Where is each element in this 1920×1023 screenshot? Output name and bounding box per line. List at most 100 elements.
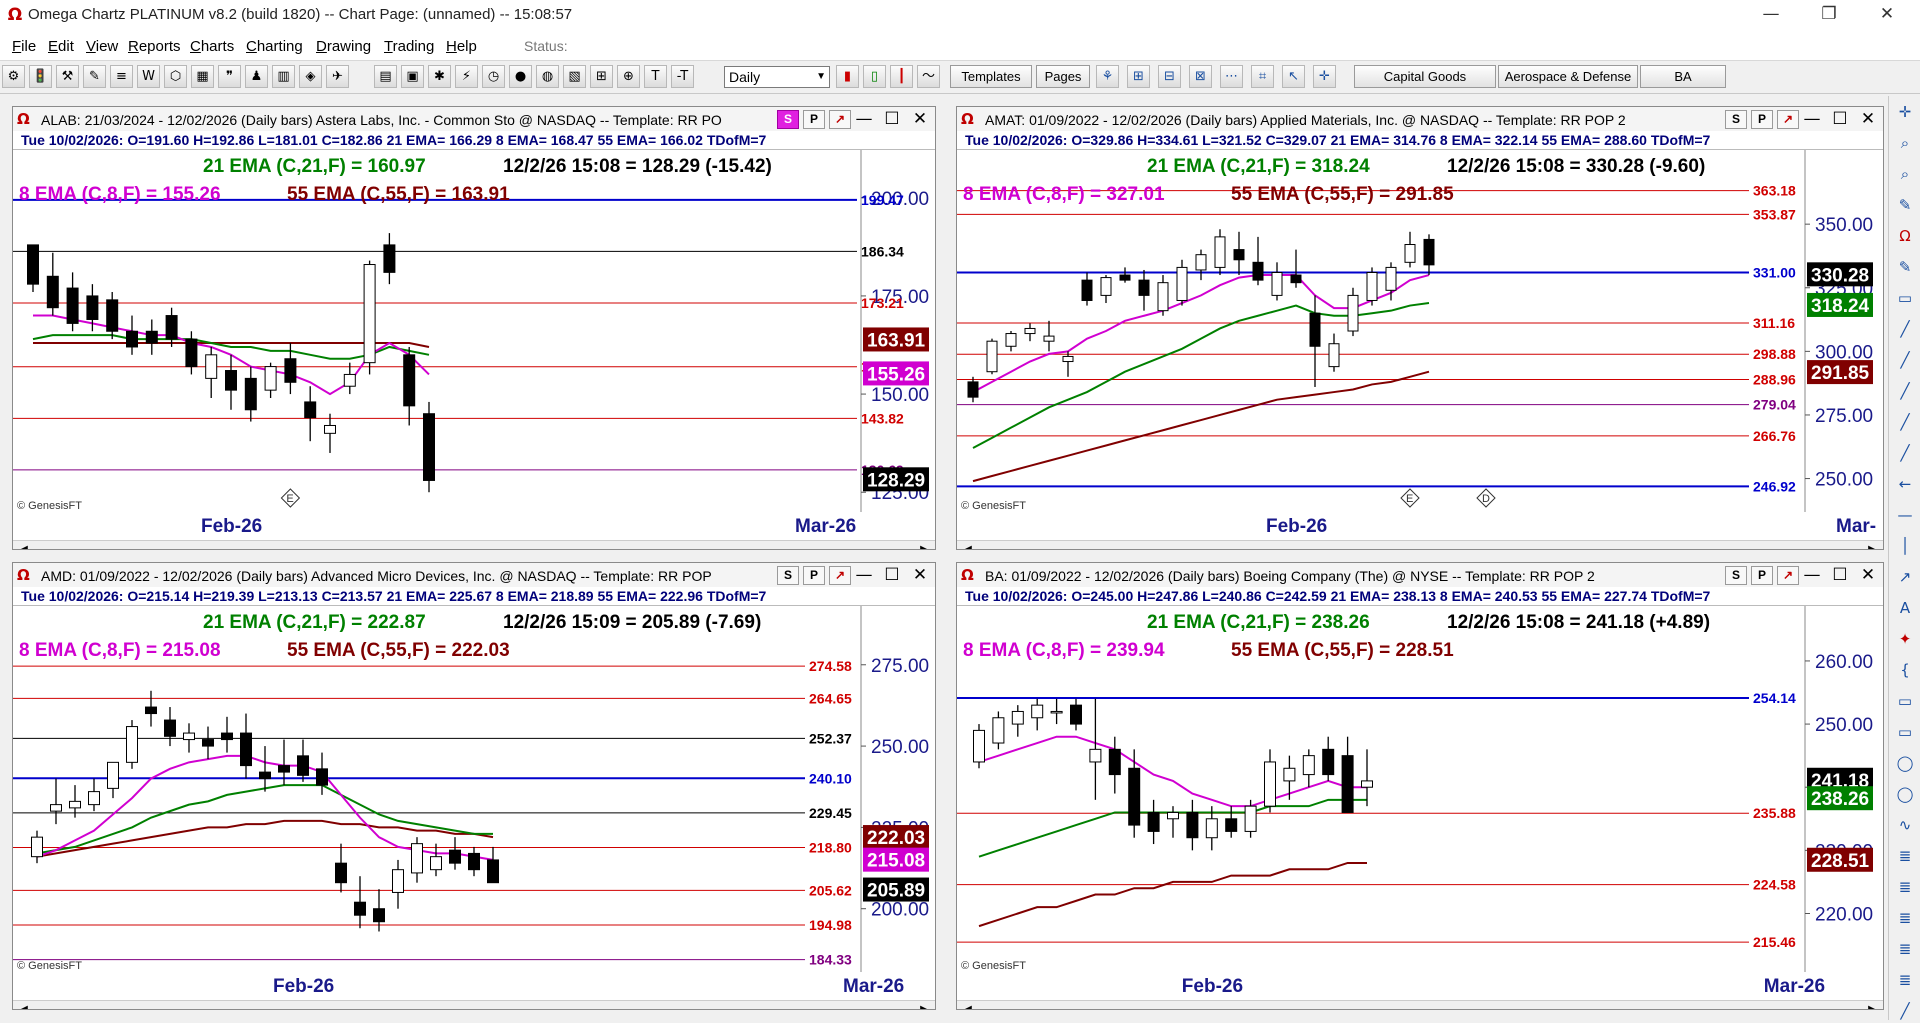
scroll-left-icon[interactable]: ◀ <box>959 1001 977 1009</box>
text-icon[interactable]: T <box>644 65 667 88</box>
left-arrow-icon[interactable]: ← <box>1893 472 1917 496</box>
scroll-left-icon[interactable]: ◀ <box>15 1001 33 1009</box>
bracket-icon[interactable]: { <box>1893 658 1917 682</box>
panel-maximize-icon[interactable]: ☐ <box>1827 564 1853 586</box>
templates-button[interactable]: Templates <box>950 65 1032 88</box>
pencil-icon[interactable]: ✎ <box>1893 255 1917 279</box>
fan-icon[interactable]: ╱ <box>1893 410 1917 434</box>
chart-icon[interactable]: ▥ <box>272 65 295 88</box>
menu-reports[interactable]: Reports <box>128 38 181 55</box>
scroll-right-icon[interactable]: ▶ <box>915 541 933 549</box>
ray-icon[interactable]: ╱ <box>1893 348 1917 372</box>
table-icon[interactable]: ⊞ <box>590 65 613 88</box>
pattern-icon[interactable]: ▧ <box>563 65 586 88</box>
popout-icon[interactable]: ↗ <box>829 566 851 585</box>
bolt-icon[interactable]: ⚡ <box>455 65 478 88</box>
scroll-right-icon[interactable]: ▶ <box>1863 541 1881 549</box>
panel-maximize-icon[interactable]: ☐ <box>879 564 905 586</box>
omega-icon[interactable]: Ω <box>17 110 30 128</box>
list-icon[interactable]: ≡ <box>110 65 133 88</box>
omega-icon[interactable]: Ω <box>961 110 974 128</box>
pen-icon[interactable]: ✎ <box>83 65 106 88</box>
menu-edit[interactable]: Edit <box>48 38 74 55</box>
ba-button[interactable]: BA <box>1640 65 1726 88</box>
arrow-icon[interactable]: ↗ <box>1893 565 1917 589</box>
circle-icon[interactable]: ◯ <box>1893 782 1917 806</box>
panel-minimize-icon[interactable]: — <box>1799 108 1825 130</box>
ohlc-icon[interactable]: ┃ <box>890 65 913 88</box>
box2-tool-icon[interactable]: ▭ <box>1893 720 1917 744</box>
s-button[interactable]: S <box>777 110 799 129</box>
scroll-left-icon[interactable]: ◀ <box>15 541 33 549</box>
panel-minimize-icon[interactable]: — <box>1799 564 1825 586</box>
panel-maximize-icon[interactable]: ☐ <box>1827 108 1853 130</box>
panel-minimize-icon[interactable]: — <box>851 564 877 586</box>
scroll-left-icon[interactable]: ◀ <box>959 541 977 549</box>
star-icon[interactable]: ✱ <box>428 65 451 88</box>
text-tool-icon[interactable]: A <box>1893 596 1917 620</box>
channel-icon[interactable]: ╱ <box>1893 379 1917 403</box>
panel-close-icon[interactable]: ✕ <box>907 108 933 130</box>
plane-icon[interactable]: ✈ <box>326 65 349 88</box>
grid-icon[interactable]: ▦ <box>191 65 214 88</box>
aerospace-defense-button[interactable]: Aerospace & Defense <box>1498 65 1638 88</box>
panel-close-icon[interactable]: ✕ <box>1855 564 1881 586</box>
pointer-icon[interactable]: ↖ <box>1282 65 1305 88</box>
crosshair-icon[interactable]: ✛ <box>1313 65 1336 88</box>
wave-tool-icon[interactable]: ∿ <box>1893 813 1917 837</box>
chart-panel-alab[interactable]: Ω ALAB: 21/03/2024 - 12/02/2026 (Daily ba… <box>12 106 936 550</box>
horizontal-scrollbar[interactable]: ◀ ▶ <box>957 540 1883 549</box>
pages-button[interactable]: Pages <box>1036 65 1090 88</box>
menu-drawing[interactable]: Drawing <box>316 38 371 55</box>
piece-icon[interactable]: ♟ <box>245 65 268 88</box>
zoom-out-icon[interactable]: ⌕ <box>1893 162 1917 186</box>
settings-icon[interactable]: ⚙ <box>2 65 25 88</box>
s-button[interactable]: S <box>777 566 799 585</box>
wave-icon[interactable]: W <box>137 65 160 88</box>
maximize-icon[interactable]: ❐ <box>1800 0 1858 30</box>
tools-icon[interactable]: ⚒ <box>56 65 79 88</box>
p-button[interactable]: P <box>1751 566 1773 585</box>
layout-5-icon[interactable]: ⌗ <box>1251 65 1274 88</box>
panel-close-icon[interactable]: ✕ <box>1855 108 1881 130</box>
bar-icon[interactable]: ▮ <box>836 65 859 88</box>
quote-icon[interactable]: ❞ <box>218 65 241 88</box>
minimize-icon[interactable]: — <box>1742 0 1800 30</box>
fib-1-icon[interactable]: ≣ <box>1893 844 1917 868</box>
tree-icon[interactable]: ⚘ <box>1096 65 1119 88</box>
omega-tool-icon[interactable]: Ω <box>1893 224 1917 248</box>
chart-panel-ba[interactable]: Ω BA: 01/09/2022 - 12/02/2026 (Daily bars… <box>956 562 1884 1010</box>
period-select[interactable]: Daily ▼ <box>724 66 830 88</box>
ellipse-icon[interactable]: ◯ <box>1893 751 1917 775</box>
scroll-right-icon[interactable]: ▶ <box>1863 1001 1881 1009</box>
horizontal-scrollbar[interactable]: ◀ ▶ <box>13 540 935 549</box>
panel-close-icon[interactable]: ✕ <box>907 564 933 586</box>
fib-4-icon[interactable]: ≣ <box>1893 937 1917 961</box>
layout-3-icon[interactable]: ⊠ <box>1189 65 1212 88</box>
vertical-line-icon[interactable]: │ <box>1893 534 1917 558</box>
bars-icon[interactable]: ▤ <box>374 65 397 88</box>
fib-3-icon[interactable]: ≣ <box>1893 906 1917 930</box>
s-button[interactable]: S <box>1725 110 1747 129</box>
box-tool-icon[interactable]: ▭ <box>1893 689 1917 713</box>
menu-charting[interactable]: Charting <box>246 38 303 55</box>
crosshair-icon[interactable]: ✛ <box>1893 100 1917 124</box>
line-chart-icon[interactable]: 〜 <box>917 65 940 88</box>
layout-4-icon[interactable]: ⋯ <box>1220 65 1243 88</box>
pen-tool-icon[interactable]: ╱ <box>1893 999 1917 1023</box>
rect-icon[interactable]: ▭ <box>1893 286 1917 310</box>
box-icon[interactable]: ▣ <box>401 65 424 88</box>
p-button[interactable]: P <box>803 566 825 585</box>
menu-trading[interactable]: Trading <box>384 38 434 55</box>
trendline-icon[interactable]: ╱ <box>1893 317 1917 341</box>
globe-icon[interactable]: ◍ <box>536 65 559 88</box>
panel-minimize-icon[interactable]: — <box>851 108 877 130</box>
menu-charts[interactable]: Charts <box>190 38 234 55</box>
traffic-light-icon[interactable]: 🚦 <box>29 65 52 88</box>
layout-2-icon[interactable]: ⊟ <box>1158 65 1181 88</box>
palette-icon[interactable]: ✦ <box>1893 627 1917 651</box>
popout-icon[interactable]: ↗ <box>1777 110 1799 129</box>
menu-view[interactable]: View <box>86 38 118 55</box>
fib-2-icon[interactable]: ≣ <box>1893 875 1917 899</box>
text-remove-icon[interactable]: -T <box>671 65 694 88</box>
